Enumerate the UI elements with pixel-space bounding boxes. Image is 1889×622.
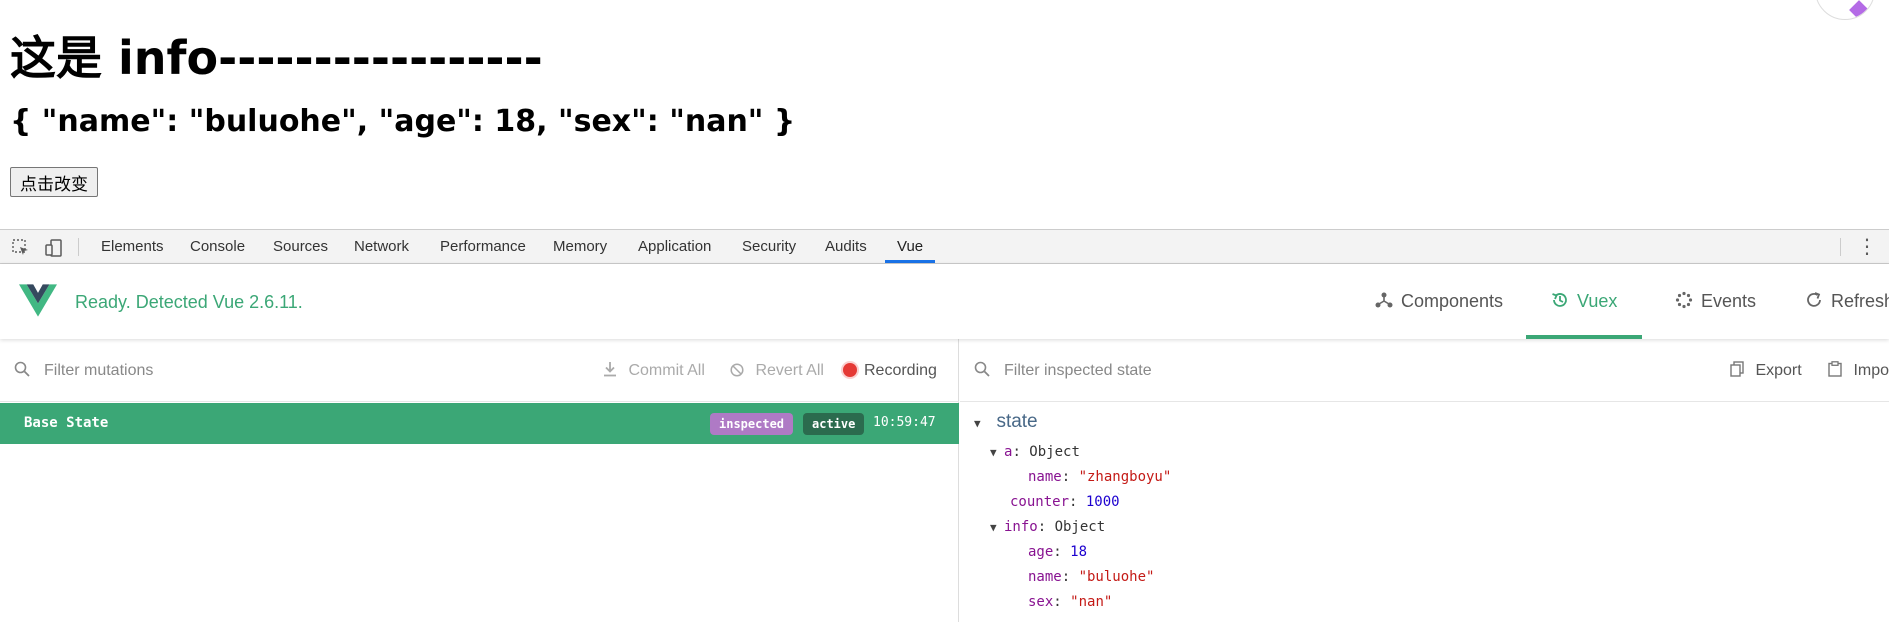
devtools-tabbar: Elements Console Sources Network Perform… — [0, 229, 1889, 264]
tab-performance[interactable]: Performance — [428, 230, 538, 263]
inspected-badge: inspected — [710, 413, 794, 435]
tree-node-counter: counter: 1000 — [1010, 494, 1120, 510]
nav-refresh-label: Refresh — [1831, 291, 1889, 311]
refresh-icon — [1805, 264, 1823, 339]
export-button[interactable]: Export — [1730, 359, 1802, 383]
tree-node-info-age: age: 18 — [1028, 544, 1088, 560]
expand-arrow-icon: ▼ — [990, 446, 997, 459]
state-section-toggle[interactable]: ▼ state — [974, 411, 1038, 433]
tree-node-a-name: name: "zhangboyu" — [1028, 469, 1172, 485]
inspector-toolbar: Export Import — [960, 339, 1889, 402]
tab-vue[interactable]: Vue — [885, 230, 936, 263]
mutations-toolbar: Commit All Revert All Recording — [0, 339, 959, 402]
search-icon — [14, 361, 32, 379]
nav-refresh[interactable]: Refresh — [1780, 264, 1889, 339]
nav-events[interactable]: Events — [1650, 264, 1781, 339]
tab-console[interactable]: Console — [178, 230, 257, 263]
vue-devtools-header: Ready. Detected Vue 2.6.11. Components V… — [0, 264, 1889, 339]
export-label: Export — [1755, 362, 1802, 379]
expand-arrow-icon: ▼ — [990, 521, 997, 534]
commit-all-button[interactable]: Commit All — [603, 359, 705, 383]
filter-state-input[interactable] — [1004, 359, 1504, 383]
import-label: Import — [1853, 362, 1889, 379]
revert-all-label: Revert All — [755, 362, 824, 379]
device-toolbar-icon[interactable] — [44, 238, 64, 258]
history-icon — [1551, 264, 1569, 339]
recording-label: Recording — [864, 362, 937, 379]
block-icon — [730, 362, 748, 379]
copy-icon — [1730, 361, 1748, 379]
tree-node-info[interactable]: ▼ info: Object — [990, 516, 1105, 538]
corner-extension-icon[interactable] — [1815, 0, 1875, 20]
tree-node-info-sex: sex: "nan" — [1028, 594, 1113, 610]
tab-application[interactable]: Application — [626, 230, 723, 263]
tabbar-separator-right — [1840, 238, 1841, 256]
tab-audits[interactable]: Audits — [813, 230, 879, 263]
tab-memory[interactable]: Memory — [541, 230, 619, 263]
state-inspector-pane: Export Import ▼ state ▼a: Object name: "… — [960, 339, 1889, 622]
commit-all-label: Commit All — [628, 362, 705, 379]
mutation-time: 10:59:47 — [873, 415, 936, 430]
tab-security[interactable]: Security — [730, 230, 808, 263]
components-icon — [1375, 264, 1393, 339]
active-badge: active — [803, 413, 865, 435]
events-icon — [1675, 264, 1693, 339]
state-section-title: state — [996, 411, 1038, 432]
search-icon — [974, 361, 992, 379]
tab-elements[interactable]: Elements — [89, 230, 176, 263]
nav-vuex-label: Vuex — [1577, 291, 1618, 311]
mutation-name: Base State — [24, 415, 109, 431]
revert-all-button[interactable]: Revert All — [730, 359, 824, 383]
filter-mutations-input[interactable] — [44, 359, 444, 383]
nav-vuex[interactable]: Vuex — [1526, 264, 1643, 339]
mutation-row-base-state[interactable]: Base State inspected active 10:59:47 — [0, 403, 959, 444]
more-options-icon[interactable]: ⋮ — [1857, 236, 1877, 258]
nav-components-label: Components — [1401, 291, 1504, 311]
change-button[interactable]: 点击改变 — [10, 167, 98, 197]
nav-events-label: Events — [1701, 291, 1757, 311]
tab-network[interactable]: Network — [342, 230, 421, 263]
page-heading: 这是 info----------------- — [10, 31, 543, 85]
recording-toggle[interactable]: Recording — [843, 359, 937, 383]
record-dot-icon — [843, 363, 857, 377]
tree-node-info-name: name: "buluohe" — [1028, 569, 1155, 585]
nav-components[interactable]: Components — [1350, 264, 1528, 339]
download-icon — [603, 362, 621, 379]
vue-logo-icon — [19, 284, 57, 317]
vue-status-text: Ready. Detected Vue 2.6.11. — [75, 292, 303, 312]
tabbar-separator — [78, 238, 79, 256]
page-content: 这是 info----------------- { "name": "bulu… — [0, 0, 1889, 229]
import-button[interactable]: Import — [1828, 359, 1889, 383]
mutations-pane: Commit All Revert All Recording Base Sta… — [0, 339, 959, 622]
info-json-text: { "name": "buluohe", "age": 18, "sex": "… — [10, 104, 796, 139]
expand-arrow-icon: ▼ — [974, 417, 981, 430]
inspect-element-icon[interactable] — [11, 238, 31, 258]
clipboard-icon — [1828, 361, 1846, 379]
tree-node-a[interactable]: ▼ a: Object — [990, 441, 1080, 463]
tab-sources[interactable]: Sources — [261, 230, 340, 263]
